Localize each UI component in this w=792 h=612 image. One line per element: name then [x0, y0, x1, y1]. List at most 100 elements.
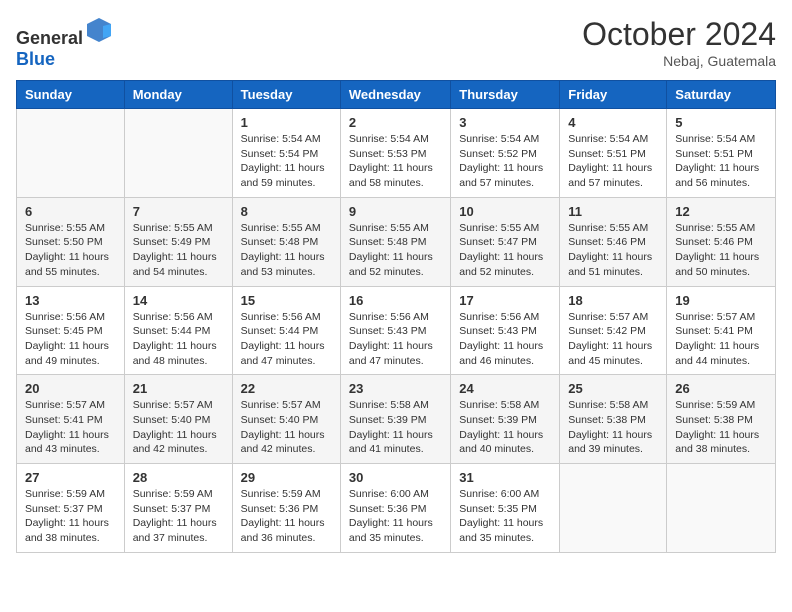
calendar-cell — [667, 464, 776, 553]
calendar-cell: 2 Sunrise: 5:54 AM Sunset: 5:53 PM Daylig… — [340, 109, 450, 198]
day-info: Sunrise: 5:58 AM Sunset: 5:39 PM Dayligh… — [459, 398, 551, 457]
day-info: Sunrise: 5:55 AM Sunset: 5:50 PM Dayligh… — [25, 221, 116, 280]
weekday-header-monday: Monday — [124, 81, 232, 109]
weekday-header-sunday: Sunday — [17, 81, 125, 109]
day-number: 4 — [568, 115, 658, 130]
day-info: Sunrise: 5:59 AM Sunset: 5:37 PM Dayligh… — [25, 487, 116, 546]
day-info: Sunrise: 5:56 AM Sunset: 5:44 PM Dayligh… — [241, 310, 332, 369]
day-number: 12 — [675, 204, 767, 219]
day-number: 20 — [25, 381, 116, 396]
calendar-cell: 31Sunrise: 6:00 AM Sunset: 5:35 PM Dayli… — [451, 464, 560, 553]
day-number: 28 — [133, 470, 224, 485]
calendar-cell: 10 Sunrise: 5:55 AM Sunset: 5:47 PM Dayli… — [451, 197, 560, 286]
day-info: Sunrise: 5:57 AM Sunset: 5:40 PM Dayligh… — [241, 398, 332, 457]
day-number: 23 — [349, 381, 442, 396]
day-number: 29 — [241, 470, 332, 485]
calendar-cell: 3 Sunrise: 5:54 AM Sunset: 5:52 PM Daylig… — [451, 109, 560, 198]
calendar-cell: 4 Sunrise: 5:54 AM Sunset: 5:51 PM Daylig… — [560, 109, 667, 198]
logo-wordmark: General Blue — [16, 16, 113, 70]
day-number: 10 — [459, 204, 551, 219]
day-info: Sunrise: 5:57 AM Sunset: 5:40 PM Dayligh… — [133, 398, 224, 457]
day-number: 19 — [675, 293, 767, 308]
location: Nebaj, Guatemala — [582, 53, 776, 69]
day-number: 7 — [133, 204, 224, 219]
day-number: 1 — [241, 115, 332, 130]
day-number: 27 — [25, 470, 116, 485]
day-info: Sunrise: 5:58 AM Sunset: 5:38 PM Dayligh… — [568, 398, 658, 457]
logo-general: General — [16, 28, 83, 48]
calendar-cell: 11Sunrise: 5:55 AM Sunset: 5:46 PM Dayli… — [560, 197, 667, 286]
day-number: 31 — [459, 470, 551, 485]
day-number: 30 — [349, 470, 442, 485]
day-number: 17 — [459, 293, 551, 308]
calendar-cell: 23 Sunrise: 5:58 AM Sunset: 5:39 PM Dayli… — [340, 375, 450, 464]
day-number: 9 — [349, 204, 442, 219]
calendar-cell: 7Sunrise: 5:55 AM Sunset: 5:49 PM Daylig… — [124, 197, 232, 286]
day-number: 2 — [349, 115, 442, 130]
calendar-cell: 15Sunrise: 5:56 AM Sunset: 5:44 PM Dayli… — [232, 286, 340, 375]
day-number: 8 — [241, 204, 332, 219]
day-info: Sunrise: 5:56 AM Sunset: 5:45 PM Dayligh… — [25, 310, 116, 369]
calendar-cell: 28 Sunrise: 5:59 AM Sunset: 5:37 PM Dayli… — [124, 464, 232, 553]
calendar-cell: 25 Sunrise: 5:58 AM Sunset: 5:38 PM Dayli… — [560, 375, 667, 464]
day-info: Sunrise: 5:54 AM Sunset: 5:51 PM Dayligh… — [568, 132, 658, 191]
day-info: Sunrise: 5:54 AM Sunset: 5:51 PM Dayligh… — [675, 132, 767, 191]
weekday-header-wednesday: Wednesday — [340, 81, 450, 109]
weekday-header-row: SundayMondayTuesdayWednesdayThursdayFrid… — [17, 81, 776, 109]
calendar-cell: 6Sunrise: 5:55 AM Sunset: 5:50 PM Daylig… — [17, 197, 125, 286]
calendar-cell: 18 Sunrise: 5:57 AM Sunset: 5:42 PM Dayli… — [560, 286, 667, 375]
calendar-cell: 14 Sunrise: 5:56 AM Sunset: 5:44 PM Dayli… — [124, 286, 232, 375]
calendar-cell: 9 Sunrise: 5:55 AM Sunset: 5:48 PM Daylig… — [340, 197, 450, 286]
day-info: Sunrise: 5:54 AM Sunset: 5:53 PM Dayligh… — [349, 132, 442, 191]
day-info: Sunrise: 5:55 AM Sunset: 5:48 PM Dayligh… — [241, 221, 332, 280]
calendar-week-row: 13 Sunrise: 5:56 AM Sunset: 5:45 PM Dayli… — [17, 286, 776, 375]
calendar-cell: 17 Sunrise: 5:56 AM Sunset: 5:43 PM Dayli… — [451, 286, 560, 375]
logo-blue: Blue — [16, 49, 55, 69]
day-number: 13 — [25, 293, 116, 308]
calendar-cell: 20Sunrise: 5:57 AM Sunset: 5:41 PM Dayli… — [17, 375, 125, 464]
day-number: 26 — [675, 381, 767, 396]
calendar-cell: 1 Sunrise: 5:54 AM Sunset: 5:54 PM Daylig… — [232, 109, 340, 198]
day-info: Sunrise: 5:54 AM Sunset: 5:54 PM Dayligh… — [241, 132, 332, 191]
calendar-cell: 13 Sunrise: 5:56 AM Sunset: 5:45 PM Dayli… — [17, 286, 125, 375]
day-info: Sunrise: 5:55 AM Sunset: 5:46 PM Dayligh… — [568, 221, 658, 280]
day-info: Sunrise: 5:59 AM Sunset: 5:37 PM Dayligh… — [133, 487, 224, 546]
calendar-cell: 8 Sunrise: 5:55 AM Sunset: 5:48 PM Daylig… — [232, 197, 340, 286]
day-number: 3 — [459, 115, 551, 130]
weekday-header-saturday: Saturday — [667, 81, 776, 109]
day-number: 18 — [568, 293, 658, 308]
day-info: Sunrise: 5:55 AM Sunset: 5:48 PM Dayligh… — [349, 221, 442, 280]
weekday-header-tuesday: Tuesday — [232, 81, 340, 109]
calendar-cell: 16 Sunrise: 5:56 AM Sunset: 5:43 PM Dayli… — [340, 286, 450, 375]
calendar-cell: 29Sunrise: 5:59 AM Sunset: 5:36 PM Dayli… — [232, 464, 340, 553]
weekday-header-friday: Friday — [560, 81, 667, 109]
calendar-cell: 24 Sunrise: 5:58 AM Sunset: 5:39 PM Dayli… — [451, 375, 560, 464]
calendar-cell: 19 Sunrise: 5:57 AM Sunset: 5:41 PM Dayli… — [667, 286, 776, 375]
day-info: Sunrise: 5:54 AM Sunset: 5:52 PM Dayligh… — [459, 132, 551, 191]
day-number: 14 — [133, 293, 224, 308]
page-header: General Blue October 2024 Nebaj, Guatema… — [16, 16, 776, 70]
day-info: Sunrise: 5:57 AM Sunset: 5:41 PM Dayligh… — [675, 310, 767, 369]
day-number: 16 — [349, 293, 442, 308]
calendar-week-row: 6Sunrise: 5:55 AM Sunset: 5:50 PM Daylig… — [17, 197, 776, 286]
day-info: Sunrise: 5:56 AM Sunset: 5:44 PM Dayligh… — [133, 310, 224, 369]
day-info: Sunrise: 5:57 AM Sunset: 5:42 PM Dayligh… — [568, 310, 658, 369]
day-info: Sunrise: 5:58 AM Sunset: 5:39 PM Dayligh… — [349, 398, 442, 457]
calendar-cell: 26Sunrise: 5:59 AM Sunset: 5:38 PM Dayli… — [667, 375, 776, 464]
day-info: Sunrise: 5:55 AM Sunset: 5:46 PM Dayligh… — [675, 221, 767, 280]
calendar-week-row: 1 Sunrise: 5:54 AM Sunset: 5:54 PM Daylig… — [17, 109, 776, 198]
calendar-cell: 12 Sunrise: 5:55 AM Sunset: 5:46 PM Dayli… — [667, 197, 776, 286]
calendar-cell — [17, 109, 125, 198]
day-number: 21 — [133, 381, 224, 396]
day-info: Sunrise: 5:56 AM Sunset: 5:43 PM Dayligh… — [349, 310, 442, 369]
day-number: 25 — [568, 381, 658, 396]
day-info: Sunrise: 5:55 AM Sunset: 5:47 PM Dayligh… — [459, 221, 551, 280]
calendar-cell — [560, 464, 667, 553]
day-number: 24 — [459, 381, 551, 396]
weekday-header-thursday: Thursday — [451, 81, 560, 109]
calendar-cell: 22Sunrise: 5:57 AM Sunset: 5:40 PM Dayli… — [232, 375, 340, 464]
day-info: Sunrise: 5:56 AM Sunset: 5:43 PM Dayligh… — [459, 310, 551, 369]
calendar-cell: 27 Sunrise: 5:59 AM Sunset: 5:37 PM Dayli… — [17, 464, 125, 553]
calendar-cell: 30Sunrise: 6:00 AM Sunset: 5:36 PM Dayli… — [340, 464, 450, 553]
calendar-week-row: 20Sunrise: 5:57 AM Sunset: 5:41 PM Dayli… — [17, 375, 776, 464]
